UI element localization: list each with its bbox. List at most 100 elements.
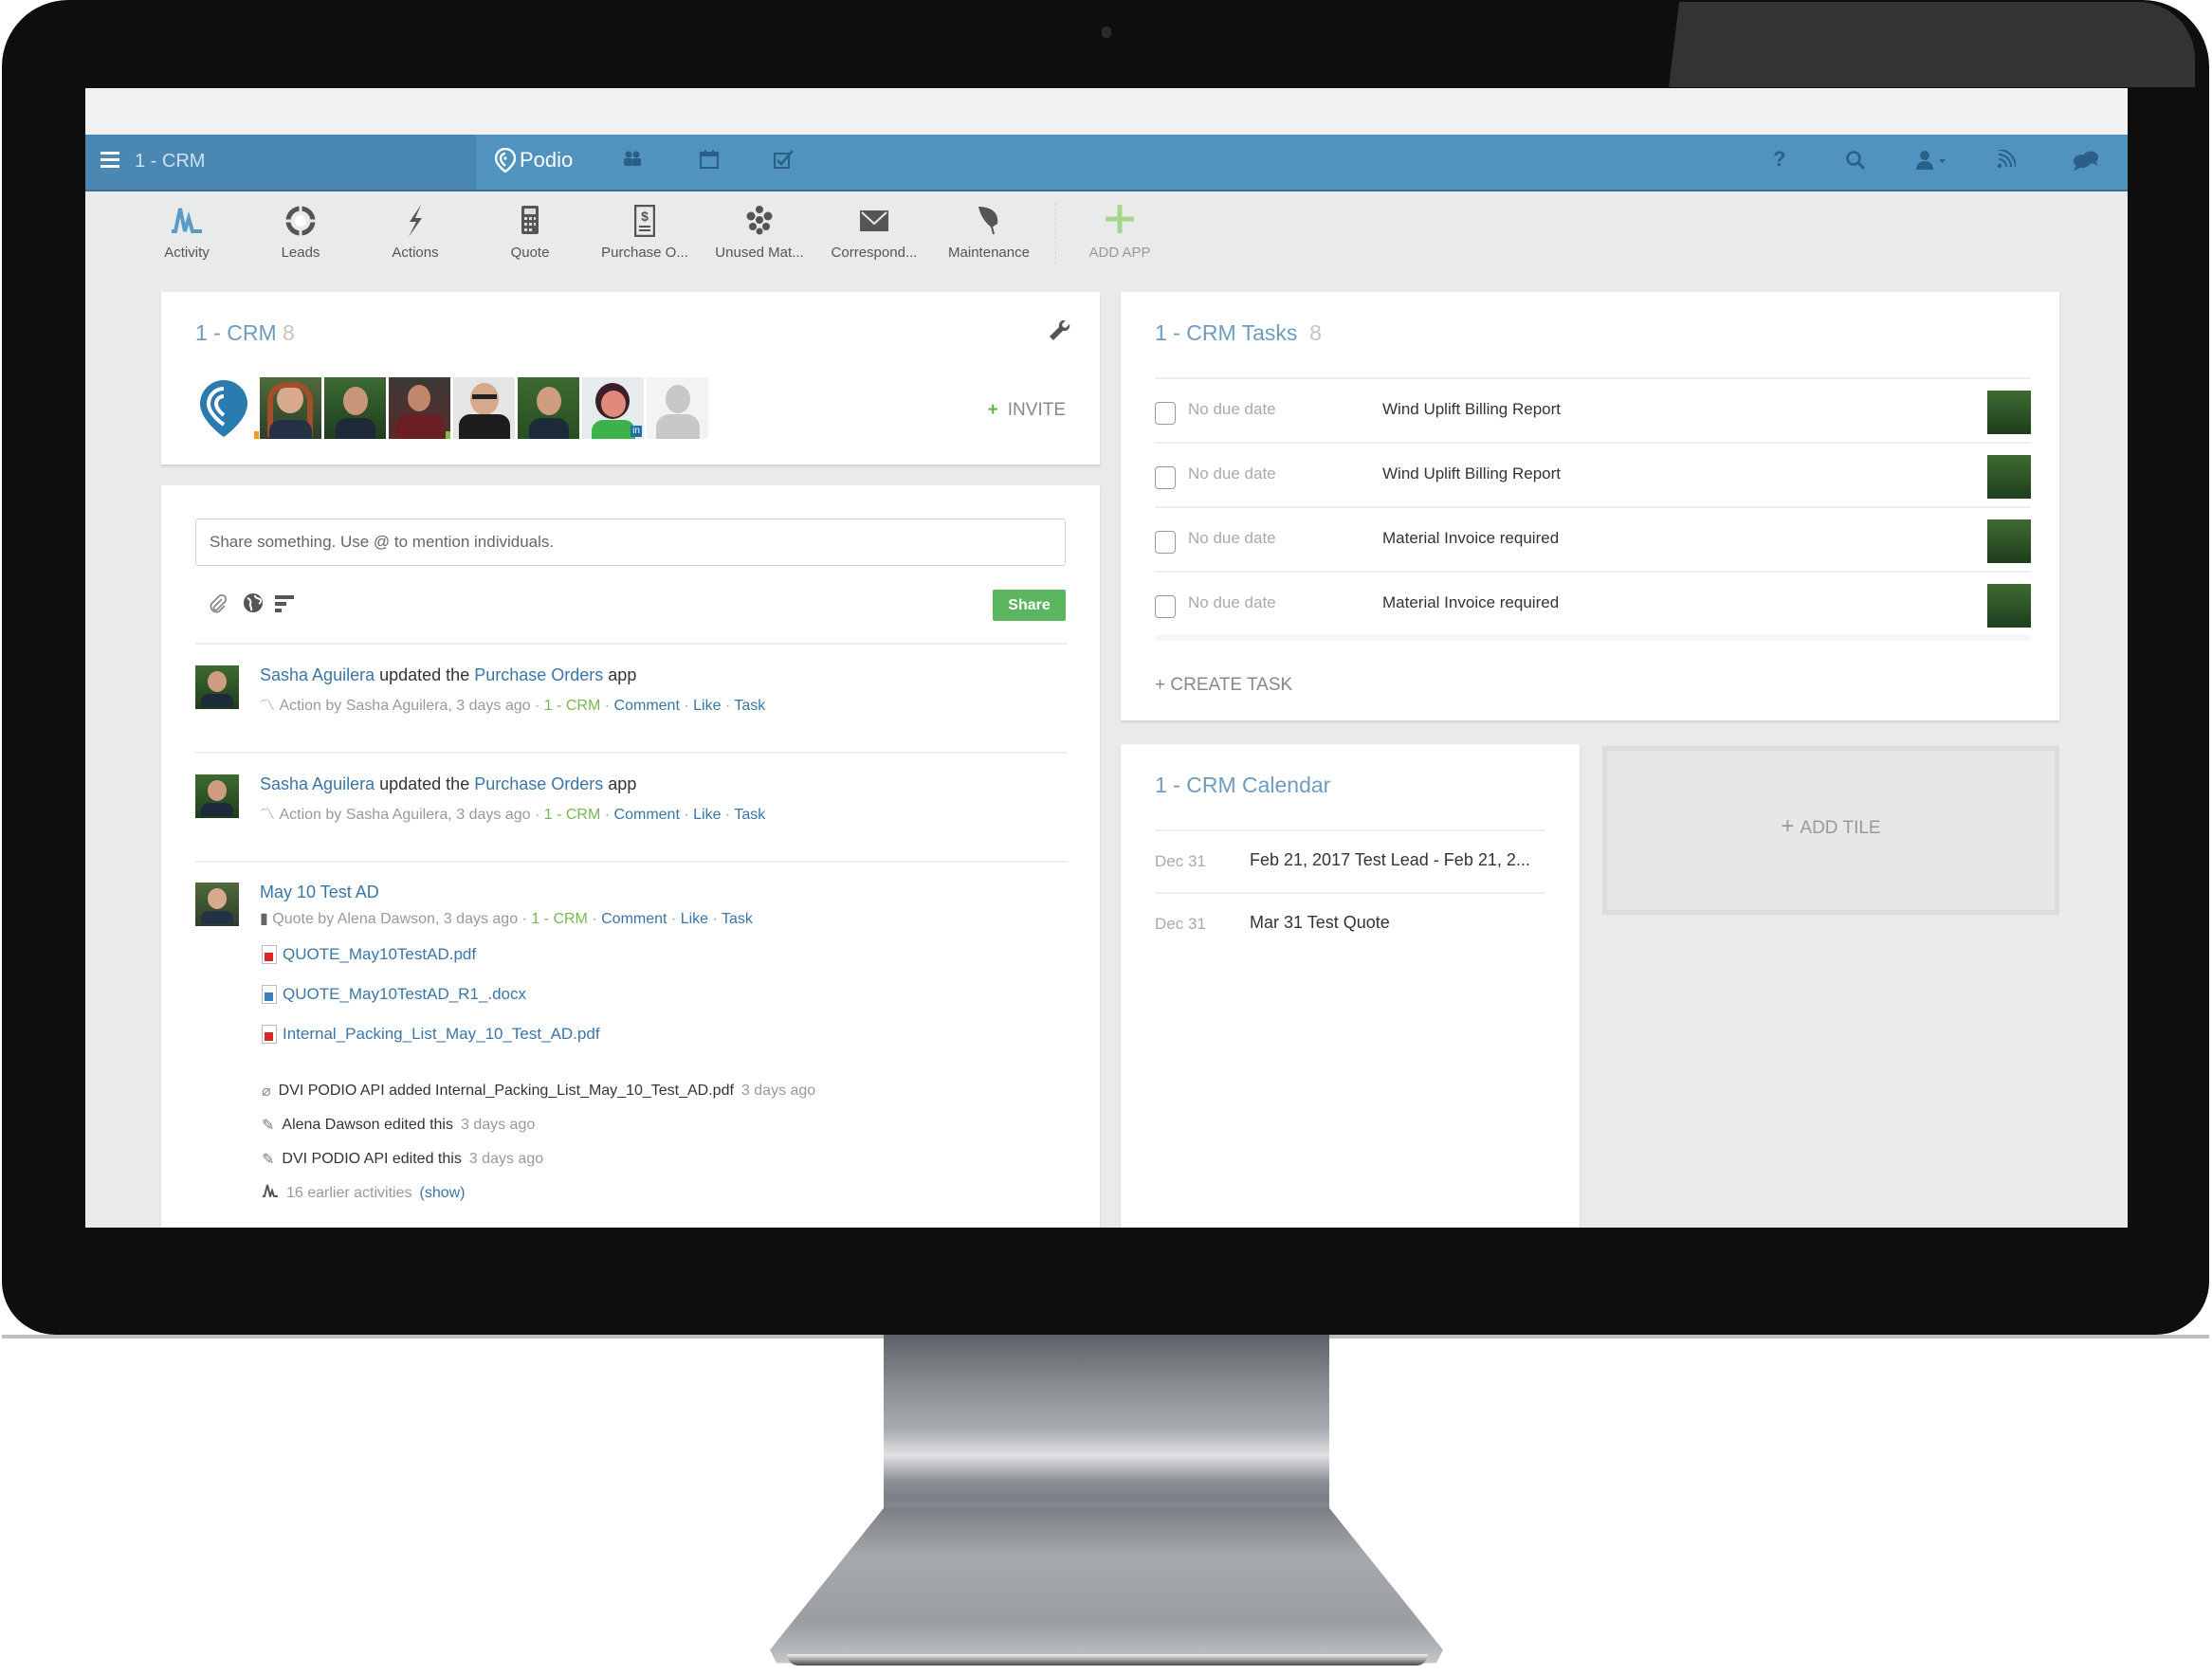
app-correspondence[interactable]: Correspond... (822, 205, 926, 261)
tasks-icon[interactable] (774, 150, 795, 174)
avatar[interactable] (195, 774, 239, 818)
actor-link[interactable]: Sasha Aguilera (260, 774, 375, 793)
pdf-file-icon (262, 945, 277, 964)
avatar[interactable] (195, 883, 239, 926)
calendar-event[interactable]: Dec 31 Mar 31 Test Quote (1155, 892, 1545, 956)
assignee-avatar[interactable] (1987, 584, 2031, 628)
help-icon[interactable]: ? (1773, 147, 1785, 172)
podio-home-link[interactable]: Podio (495, 148, 573, 173)
avatar[interactable] (324, 377, 386, 439)
comment-link[interactable]: Comment (601, 911, 667, 927)
assignee-avatar[interactable] (1987, 391, 2031, 434)
task-checkbox[interactable] (1155, 402, 1176, 425)
object-link[interactable]: Purchase Orders (474, 774, 603, 793)
app-purchase-orders[interactable]: $ Purchase O... (593, 204, 697, 261)
contacts-icon[interactable] (622, 150, 643, 173)
task-checkbox[interactable] (1155, 595, 1176, 618)
search-icon[interactable] (1845, 150, 1866, 176)
avatar[interactable] (518, 377, 579, 439)
task-name[interactable]: Wind Uplift Billing Report (1382, 464, 1561, 483)
task-row[interactable]: No due date Material Invoice required (1155, 571, 2031, 637)
workspace-name[interactable]: 1 - CRM (135, 151, 205, 173)
workspace-switcher[interactable]: 1 - CRM (85, 135, 476, 190)
file-link[interactable]: Internal_Packing_List_May_10_Test_AD.pdf (262, 1025, 600, 1044)
workspace-link[interactable]: 1 - CRM (544, 698, 601, 714)
app-maintenance[interactable]: Maintenance (937, 205, 1041, 261)
share-input[interactable]: Share something. Use @ to mention indivi… (195, 519, 1066, 566)
task-link[interactable]: Task (722, 911, 753, 927)
activity-entry: ⌀ DVI PODIO API added Internal_Packing_L… (262, 1083, 816, 1100)
event-title[interactable]: Mar 31 Test Quote (1250, 913, 1390, 933)
task-name[interactable]: Material Invoice required (1382, 593, 1559, 612)
docx-file-icon (262, 985, 277, 1004)
assignee-avatar[interactable] (1987, 455, 2031, 499)
feed-headline: Sasha Aguilera updated the Purchase Orde… (260, 774, 637, 793)
event-title[interactable]: Feb 21, 2017 Test Lead - Feb 21, 2... (1250, 850, 1530, 870)
podio-avatar[interactable] (195, 377, 259, 439)
file-link[interactable]: QUOTE_May10TestAD_R1_.docx (262, 985, 526, 1004)
text-format-icon[interactable] (275, 595, 296, 617)
paperclip-icon: ⌀ (262, 1083, 271, 1100)
toolbar-divider (1055, 203, 1056, 264)
activity-stream-icon[interactable] (1997, 149, 2017, 174)
invoice-icon: $ (593, 204, 697, 241)
avatar[interactable]: in (582, 377, 644, 439)
globe-icon[interactable] (243, 592, 264, 618)
chat-icon[interactable] (2073, 150, 2099, 176)
plus-icon: + (1781, 813, 1795, 839)
activity-entry: ✎ Alena Dawson edited this 3 days ago (262, 1117, 536, 1134)
app-leads[interactable]: Leads (248, 205, 353, 261)
workspace-link[interactable]: 1 - CRM (531, 911, 588, 927)
app-quote[interactable]: Quote (478, 205, 582, 261)
plus-icon: + (987, 400, 998, 420)
status-dot (254, 431, 259, 439)
like-link[interactable]: Like (693, 807, 721, 823)
actor-link[interactable]: Sasha Aguilera (260, 665, 375, 684)
add-tile-button[interactable]: + ADD TILE (1602, 746, 2059, 915)
task-row[interactable]: No due date Wind Uplift Billing Report (1155, 377, 2031, 444)
avatar-placeholder[interactable] (647, 377, 708, 439)
avatar[interactable] (453, 377, 515, 439)
file-link[interactable]: QUOTE_May10TestAD.pdf (262, 945, 476, 964)
app-actions[interactable]: Actions (363, 205, 467, 261)
app-unused-materials[interactable]: Unused Mat... (707, 205, 812, 261)
wrench-icon[interactable] (1049, 319, 1071, 348)
show-earlier-link[interactable]: (show) (420, 1185, 466, 1202)
calendar-event[interactable]: Dec 31 Feb 21, 2017 Test Lead - Feb 21, … (1155, 829, 1545, 894)
task-checkbox[interactable] (1155, 466, 1176, 489)
attach-icon[interactable] (209, 593, 228, 619)
avatar[interactable] (195, 665, 239, 709)
comment-link[interactable]: Comment (614, 698, 680, 714)
task-link[interactable]: Task (734, 698, 765, 714)
pencil-icon: ✎ (262, 1118, 275, 1134)
avatar[interactable] (389, 377, 450, 439)
feed-item: May 10 Test AD ▮ Quote by Alena Dawson, … (195, 883, 1068, 1228)
user-menu-icon[interactable] (1915, 150, 1947, 176)
avatar[interactable] (260, 377, 321, 439)
workspace-link[interactable]: 1 - CRM (544, 807, 601, 823)
task-checkbox[interactable] (1155, 531, 1176, 554)
create-task-button[interactable]: + CREATE TASK (1155, 675, 1292, 696)
task-name[interactable]: Wind Uplift Billing Report (1382, 400, 1561, 419)
lightning-icon (363, 205, 467, 241)
comment-link[interactable]: Comment (614, 807, 680, 823)
menu-icon[interactable] (101, 152, 119, 169)
item-title-link[interactable]: May 10 Test AD (260, 883, 379, 902)
share-button[interactable]: Share (993, 590, 1066, 621)
calendar-icon[interactable] (700, 150, 719, 174)
task-link[interactable]: Task (734, 807, 765, 823)
assignee-avatar[interactable] (1987, 519, 2031, 563)
add-app-button[interactable]: ADD APP (1068, 205, 1172, 261)
task-row[interactable]: No due date Wind Uplift Billing Report (1155, 442, 2031, 508)
object-link[interactable]: Purchase Orders (474, 665, 603, 684)
invite-button[interactable]: + INVITE (988, 400, 1066, 421)
task-due: No due date (1188, 464, 1276, 482)
members-panel-title: 1 - CRM 8 (195, 320, 295, 345)
task-name[interactable]: Material Invoice required (1382, 529, 1559, 548)
members-panel: 1 - CRM 8 in + INVITE (161, 292, 1100, 464)
like-link[interactable]: Like (693, 698, 721, 714)
cluster-icon (707, 205, 812, 241)
task-row[interactable]: No due date Material Invoice required (1155, 506, 2031, 573)
like-link[interactable]: Like (681, 911, 708, 927)
app-activity[interactable]: Activity (135, 205, 239, 261)
